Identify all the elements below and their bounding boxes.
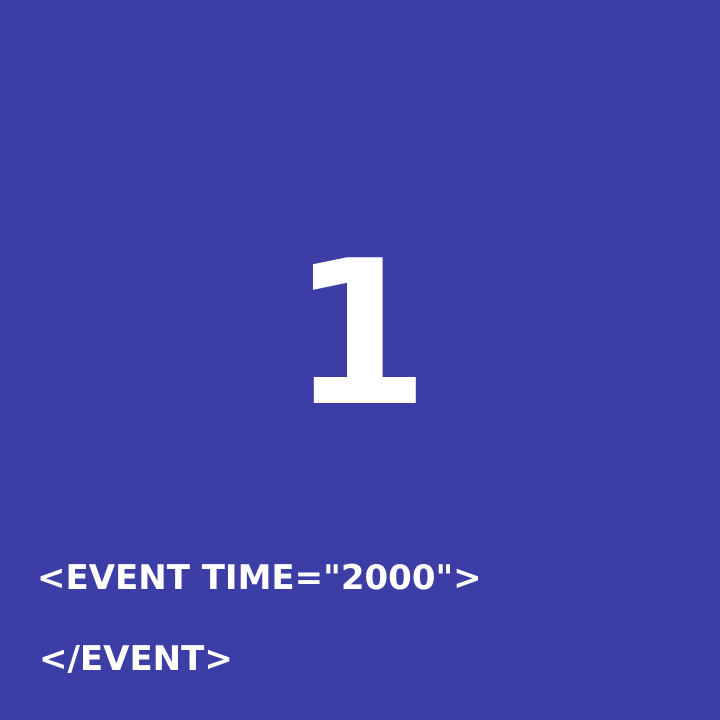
large-number: 1: [290, 218, 430, 451]
event-open-tag: <EVENT TIME="2000">: [37, 558, 482, 598]
slide-canvas: 1 <EVENT TIME="2000"> </EVENT>: [0, 0, 720, 720]
event-close-tag: </EVENT>: [39, 639, 233, 679]
